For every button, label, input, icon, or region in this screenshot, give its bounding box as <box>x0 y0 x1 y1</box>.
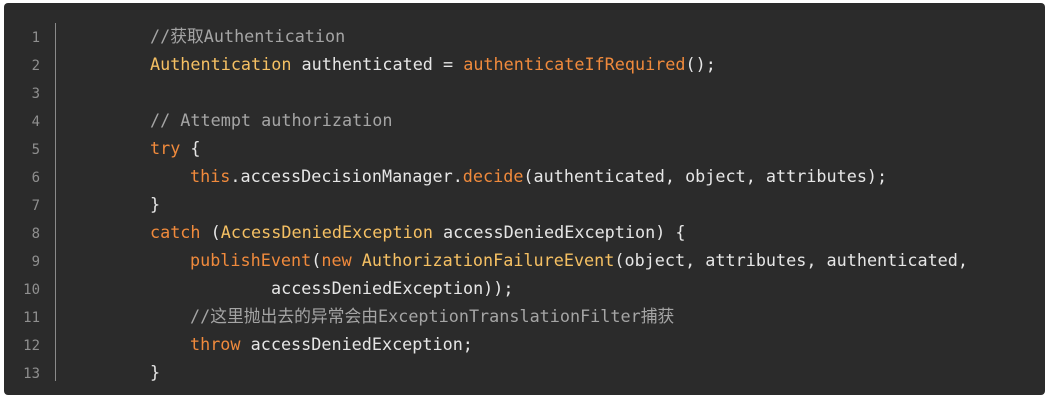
line-number: 7 <box>31 198 40 214</box>
type-token: Authentication <box>150 54 292 74</box>
code-line-2: Authentication authenticated = authentic… <box>150 50 716 78</box>
plain-token: } <box>150 194 161 214</box>
plain-token: { <box>180 138 201 158</box>
code-line-4: // Attempt authorization <box>150 106 392 134</box>
line-number: 10 <box>23 282 40 298</box>
type-token: AuthorizationFailureEvent <box>361 250 615 270</box>
function-token: publishEvent <box>190 250 312 270</box>
keyword-token: catch <box>150 222 201 242</box>
function-token: authenticateIfRequired <box>463 54 686 74</box>
line-number: 6 <box>31 170 40 186</box>
keyword-token: this <box>190 166 231 186</box>
line-number: 12 <box>23 338 40 354</box>
plain-token: .accessDecisionManager. <box>230 166 463 186</box>
code-line-9: publishEvent(new AuthorizationFailureEve… <box>190 246 968 274</box>
type-token: AccessDeniedException <box>220 222 433 242</box>
line-number: 1 <box>31 30 40 46</box>
plain-token: (object, attributes, authenticated, <box>614 250 968 270</box>
comment: //获取Authentication <box>150 26 346 46</box>
comment: //这里抛出去的异常会由ExceptionTranslationFilter捕获 <box>190 306 675 326</box>
keyword-token: try <box>150 138 181 158</box>
line-number: 8 <box>31 226 40 242</box>
code-line-12: throw accessDeniedException; <box>190 330 473 358</box>
line-number: 2 <box>31 58 40 74</box>
line-number: 13 <box>23 366 40 382</box>
keyword-token: new <box>321 250 352 270</box>
code-line-10: accessDeniedException)); <box>271 274 513 302</box>
plain-token: ( <box>311 250 322 270</box>
code-block: 1 2 3 4 5 6 7 8 9 10 11 12 13 //获取Authen… <box>4 3 1045 395</box>
code-line-5: try { <box>150 134 201 162</box>
plain-token: (authenticated, object, attributes); <box>523 166 888 186</box>
gutter-divider <box>55 23 56 381</box>
plain-token: accessDeniedException)); <box>271 278 514 298</box>
code-line-13: } <box>150 358 160 386</box>
plain-token: authenticated = <box>291 54 464 74</box>
plain-token: ( <box>200 222 221 242</box>
code-line-7: } <box>150 190 160 218</box>
plain-token: accessDeniedException) { <box>432 222 686 242</box>
line-number: 11 <box>23 310 40 326</box>
code-line-1: //获取Authentication <box>150 22 345 50</box>
line-number: 4 <box>31 114 40 130</box>
keyword-token: throw <box>190 334 241 354</box>
line-number: 9 <box>31 254 40 270</box>
plain-token: (); <box>685 54 716 74</box>
comment: // Attempt authorization <box>150 110 393 130</box>
line-number: 3 <box>31 86 40 102</box>
line-number: 5 <box>31 142 40 158</box>
code-line-8: catch (AccessDeniedException accessDenie… <box>150 218 686 246</box>
plain-token: accessDeniedException; <box>240 334 473 354</box>
code-line-11: //这里抛出去的异常会由ExceptionTranslationFilter捕获 <box>190 302 674 330</box>
plain-token: } <box>150 362 161 382</box>
function-token: decide <box>462 166 524 186</box>
code-line-6: this.accessDecisionManager.decide(authen… <box>190 162 887 190</box>
